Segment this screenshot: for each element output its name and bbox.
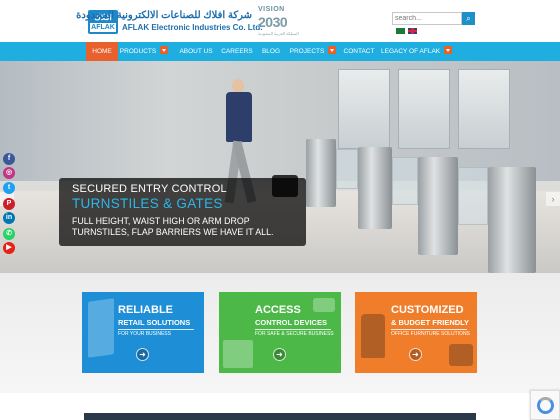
twitter-icon[interactable]: t [3, 182, 15, 194]
turnstile-glass [392, 157, 418, 205]
nav-projects-label: PROJECTS [289, 48, 325, 55]
nav-contact-label: CONTACT [343, 48, 375, 55]
turnstile-glass [336, 149, 358, 189]
vision-label: VISION [258, 6, 285, 13]
hero-line-3: FULL HEIGHT, WAIST HIGH OR ARM DROP TURN… [72, 216, 274, 237]
slider-next-button[interactable]: › [546, 192, 560, 206]
office-chair-illustration [361, 314, 385, 358]
turnstile-gate [306, 139, 336, 207]
hero-caption: SECURED ENTRY CONTROL TURNSTILES & GATES… [59, 178, 306, 246]
company-name-arabic: شركة افلاك للصناعات الالكترونية المحدودة [76, 10, 252, 21]
main-navigation: HOME PRODUCTS ABOUT US CAREERS BLOG PROJ… [0, 42, 560, 61]
feature-title: CUSTOMIZED [391, 304, 464, 316]
turnstile-glass [458, 167, 488, 225]
person-body [226, 92, 252, 142]
hero-slider: SECURED ENTRY CONTROL TURNSTILES & GATES… [0, 61, 560, 273]
nav-projects[interactable]: PROJECTS [288, 42, 338, 61]
arrow-right-icon[interactable]: ➜ [273, 348, 286, 361]
instagram-icon[interactable]: ◎ [3, 167, 15, 179]
chevron-down-icon[interactable] [160, 46, 169, 55]
feature-subtitle: RETAIL SOLUTIONS [118, 318, 191, 327]
whatsapp-glyph: ✆ [6, 230, 12, 237]
nav-careers-label: CAREERS [221, 48, 253, 55]
feature-divider [255, 329, 331, 330]
facebook-glyph: f [7, 155, 11, 162]
pinterest-icon[interactable]: P [3, 198, 15, 210]
arrow-right-icon[interactable]: ➜ [136, 348, 149, 361]
linkedin-icon[interactable]: in [3, 212, 15, 224]
feature-title: ACCESS [255, 304, 301, 316]
whatsapp-icon[interactable]: ✆ [3, 228, 15, 240]
nav-products-label: PRODUCTS [119, 48, 157, 55]
nav-blog-label: BLOG [261, 48, 281, 55]
english-language-flag-icon[interactable] [408, 28, 417, 34]
vision-2030-badge: VISION 2030 المملكة العربية السعودية [258, 6, 300, 38]
nav-careers[interactable]: CAREERS [219, 42, 255, 61]
feature-description: FOR SAFE & SECURE BUSINESS [255, 331, 334, 337]
feature-subtitle: CONTROL DEVICES [255, 318, 327, 327]
chevron-right-icon: › [551, 194, 555, 204]
nav-about-us[interactable]: ABOUT US [174, 42, 218, 61]
hero-line-1: SECURED ENTRY CONTROL [72, 183, 227, 195]
recaptcha-icon [537, 397, 554, 414]
feature-subtitle: & BUDGET FRIENDLY [391, 318, 470, 327]
recaptcha-badge[interactable] [530, 390, 560, 420]
search-icon: ⌕ [466, 14, 471, 23]
hero-line-2: TURNSTILES & GATES [72, 196, 223, 211]
turnstile-illustration [223, 340, 253, 368]
turnstile-gate [418, 157, 458, 255]
vision-year: 2030 [258, 14, 288, 30]
hero-window [338, 69, 390, 149]
company-name-english: AFLAK Electronic Industries Co. Ltd. [122, 23, 263, 32]
office-chair-illustration [449, 344, 473, 366]
nav-legacy-label: LEGACY OF AFLAK [381, 48, 441, 55]
nav-about-label: ABOUT US [179, 48, 213, 55]
twitter-glyph: t [7, 184, 11, 191]
chevron-down-icon[interactable] [444, 46, 453, 55]
feature-card-furniture[interactable]: CUSTOMIZED & BUDGET FRIENDLY OFFICE FURN… [355, 292, 477, 373]
footer-band [84, 413, 476, 420]
camera-illustration [313, 298, 335, 312]
logo-latin: AFLAK [90, 23, 116, 32]
feature-card-retail[interactable]: RELIABLE RETAIL SOLUTIONS FOR YOUR BUSIN… [82, 292, 204, 373]
feature-description: FOR YOUR BUSINESS [118, 331, 171, 337]
search-button[interactable]: ⌕ [462, 12, 475, 25]
feature-description: OFFICE FURNITURE SOLUTIONS [391, 331, 470, 337]
features-section: RELIABLE RETAIL SOLUTIONS FOR YOUR BUSIN… [0, 273, 560, 393]
nav-blog[interactable]: BLOG [257, 42, 285, 61]
arrow-right-icon[interactable]: ➜ [409, 348, 422, 361]
feature-title: RELIABLE [118, 304, 173, 316]
hero-window [458, 69, 510, 149]
youtube-glyph: ▶ [6, 244, 12, 251]
youtube-icon[interactable]: ▶ [3, 242, 15, 254]
hero-window [398, 69, 450, 149]
nav-products[interactable]: PRODUCTS [118, 42, 170, 61]
turnstile-gate [488, 167, 536, 273]
person-head [232, 79, 244, 93]
linkedin-glyph: in [5, 214, 13, 221]
vision-subtitle: المملكة العربية السعودية [258, 31, 299, 36]
site-header: افلاك AFLAK شركة افلاك للصناعات الالكترو… [0, 0, 560, 42]
pinterest-glyph: P [6, 200, 12, 207]
search-input[interactable] [392, 12, 462, 25]
feature-card-access-control[interactable]: ACCESS CONTROL DEVICES FOR SAFE & SECURE… [219, 292, 341, 373]
nav-legacy-of-aflak[interactable]: LEGACY OF AFLAK [381, 42, 453, 61]
chevron-down-icon[interactable] [328, 46, 337, 55]
turnstile-gate [358, 147, 392, 229]
nav-home-label: HOME [92, 48, 112, 55]
instagram-glyph: ◎ [5, 169, 13, 176]
retail-device-illustration [88, 298, 114, 358]
feature-divider [118, 329, 194, 330]
facebook-icon[interactable]: f [3, 153, 15, 165]
arabic-language-flag-icon[interactable] [396, 28, 405, 34]
nav-contact[interactable]: CONTACT [341, 42, 377, 61]
nav-home[interactable]: HOME [86, 42, 118, 61]
feature-divider [391, 329, 467, 330]
